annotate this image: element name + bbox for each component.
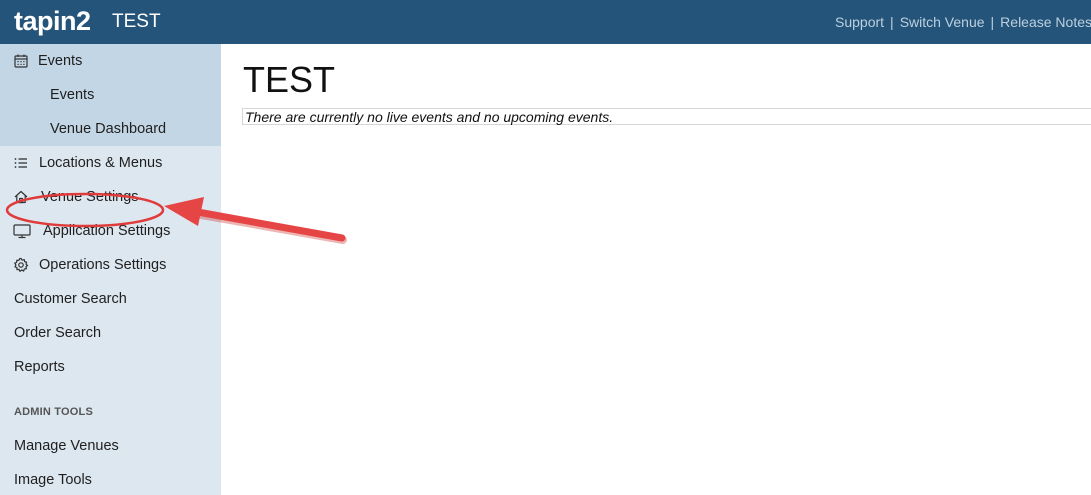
switch-venue-link[interactable]: Switch Venue (900, 14, 985, 30)
sidebar-item-label: Events (50, 87, 95, 103)
sidebar-item-label: Events (38, 53, 83, 69)
sidebar-item-venue-settings[interactable]: Venue Settings (0, 180, 221, 214)
sidebar-item-label: Venue Settings (41, 189, 139, 205)
release-notes-link[interactable]: Release Notes (1000, 14, 1091, 30)
list-icon (14, 158, 27, 168)
calendar-icon (14, 54, 28, 68)
sidebar-item-label: Locations & Menus (39, 155, 163, 171)
sidebar-item-label: Reports (14, 359, 65, 375)
sidebar-item-label: Venue Dashboard (50, 121, 167, 137)
sidebar-item-locations-menus[interactable]: Locations & Menus (0, 146, 221, 180)
sidebar: Events Events Venue Dashboard Locations … (0, 44, 221, 495)
sidebar-item-label: Order Search (14, 325, 102, 341)
sidebar-item-customer-search[interactable]: Customer Search (0, 282, 221, 316)
monitor-icon (13, 224, 31, 239)
sidebar-item-label: Customer Search (14, 291, 127, 307)
sidebar-item-reports[interactable]: Reports (0, 350, 221, 384)
separator: | (990, 14, 995, 30)
admin-tools-heading: ADMIN TOOLS (14, 406, 93, 418)
events-nav-group: Events Events Venue Dashboard (0, 44, 221, 146)
header-links: Support | Switch Venue | Release Notes (835, 13, 1091, 31)
tapin2-logo[interactable]: tapin2 (14, 5, 91, 37)
sidebar-item-order-search[interactable]: Order Search (0, 316, 221, 350)
separator: | (890, 14, 894, 30)
top-navigation-bar: tapin2 TEST Support | Switch Venue | Release… (0, 0, 1091, 44)
sidebar-item-events-group[interactable]: Events (0, 44, 221, 78)
sidebar-item-label: Image Tools (14, 472, 92, 488)
gear-icon (13, 257, 29, 273)
no-events-notice: There are currently no live events and n… (242, 108, 1091, 125)
sidebar-item-venue-dashboard[interactable]: Venue Dashboard (0, 112, 221, 146)
sidebar-item-operations-settings[interactable]: Operations Settings (0, 248, 221, 282)
sidebar-item-events[interactable]: Events (0, 78, 221, 112)
page-title: TEST (243, 59, 336, 100)
sidebar-item-image-tools[interactable]: Image Tools (0, 463, 221, 495)
sidebar-item-label: Application Settings (43, 223, 171, 239)
sidebar-item-manage-venues[interactable]: Manage Venues (0, 429, 221, 463)
sidebar-item-label: Manage Venues (14, 438, 119, 454)
current-venue-name: TEST (112, 11, 161, 32)
home-icon (14, 190, 28, 204)
sidebar-item-label: Operations Settings (39, 257, 167, 273)
support-link[interactable]: Support (835, 14, 884, 30)
sidebar-item-application-settings[interactable]: Application Settings (0, 214, 221, 248)
